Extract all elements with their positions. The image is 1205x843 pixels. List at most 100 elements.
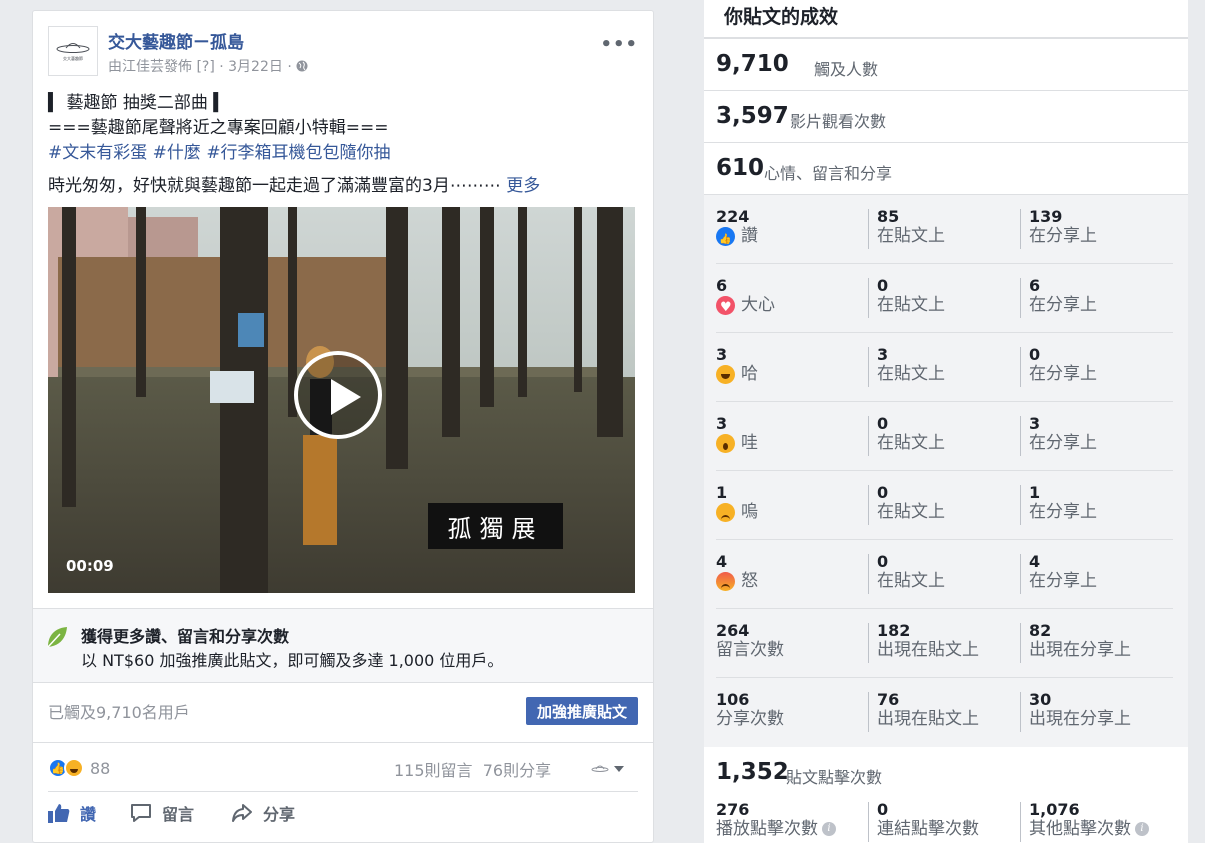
post-meta-text[interactable]: 由江佳芸發佈 [?] · 3月22日 ·	[108, 59, 296, 75]
share-value: 4	[1029, 552, 1041, 571]
comment-icon	[131, 804, 151, 822]
reach-text[interactable]: 已觸及9,710名用戶	[48, 699, 190, 723]
comment-label: 留言	[162, 805, 195, 824]
page-name-link[interactable]: 交大藝趣節ㄧ孤島	[108, 28, 244, 53]
post-meta: 由江佳芸發佈 [?] · 3月22日 ·	[108, 56, 308, 76]
total-value: 224	[716, 207, 750, 226]
reaction-count: 88	[90, 758, 111, 778]
boost-tip: 獲得更多讚、留言和分享次數 以 NT$60 加強推廣此貼文，即可觸及多達 1,0…	[33, 608, 653, 683]
metric-value: 1,352	[716, 759, 789, 785]
info-icon[interactable]: i	[1135, 822, 1149, 836]
comment-button[interactable]: 留言	[130, 801, 194, 825]
wow-icon	[716, 433, 735, 453]
boost-tip-text: 以 NT$60 加強推廣此貼文，即可觸及多達 1,000 位用戶。	[81, 651, 504, 670]
chevron-down-icon[interactable]	[614, 766, 624, 772]
row-label: 讚	[741, 226, 758, 246]
share-label: 出現在分享上	[1029, 640, 1131, 660]
total-value: 3	[716, 345, 728, 364]
share-label: 在分享上	[1029, 226, 1097, 246]
share-value: 139	[1029, 207, 1063, 226]
share-value: 30	[1029, 690, 1052, 709]
post-line-4: 時光匆匆，好快就與藝趣節一起走過了滿滿豐富的3月⋯⋯⋯ 更多	[48, 174, 640, 199]
avatar-text: 交大藝趣節	[63, 55, 83, 61]
row-label: 哈	[741, 364, 758, 384]
post-value: 3	[877, 345, 889, 364]
post-value: 182	[877, 621, 911, 640]
reactions-summary[interactable]: 👍 88	[48, 757, 110, 779]
thumbs-up-icon	[48, 804, 70, 823]
audience-selector-icon[interactable]	[591, 763, 609, 773]
link-clicks-value: 0	[877, 800, 889, 819]
metric-label: 心情、留言和分享	[764, 164, 893, 183]
metric-value: 9,710	[716, 51, 789, 77]
page-avatar[interactable]: 交大藝趣節	[48, 26, 98, 76]
comment-count-link[interactable]: 115則留言	[394, 761, 473, 780]
play-button[interactable]	[294, 351, 382, 439]
other-clicks-label: 其他點擊次數	[1029, 819, 1131, 839]
metric-value: 610	[716, 155, 765, 181]
post-header: 交大藝趣節 交大藝趣節ㄧ孤島 由江佳芸發佈 [?] · 3月22日 · •••	[48, 26, 638, 78]
share-button[interactable]: 分享	[231, 801, 295, 825]
post-label: 在貼文上	[877, 502, 945, 522]
total-value: 6	[716, 276, 728, 295]
total-value: 4	[716, 552, 728, 571]
other-clicks-value: 1,076	[1029, 800, 1080, 819]
share-value: 82	[1029, 621, 1052, 640]
share-value: 6	[1029, 276, 1041, 295]
post-label: 在貼文上	[877, 364, 945, 384]
hashtag-link[interactable]: #文末有彩蛋	[48, 143, 147, 163]
breakdown-row-love: 6大心 0在貼文上 6在分享上	[716, 264, 1173, 333]
leaf-icon	[47, 627, 67, 648]
share-value: 1	[1029, 483, 1041, 502]
breakdown-row-haha: 3哈 3 在貼文上 0 在分享上	[716, 333, 1173, 402]
breakdown-row-angry: 4怒 0 在貼文上 4 在分享上	[716, 540, 1173, 609]
angry-icon	[716, 571, 735, 591]
post-label: 在貼文上	[877, 226, 945, 246]
breakdown-row-sad: 1嗚 0 在貼文上 1 在分享上	[716, 471, 1173, 540]
share-value: 3	[1029, 414, 1041, 433]
divider	[48, 791, 638, 792]
post-label: 出現在貼文上	[877, 709, 979, 729]
like-button[interactable]: 讚	[48, 801, 96, 825]
metric-label: 觸及人數	[814, 60, 879, 79]
info-icon[interactable]: i	[822, 822, 836, 836]
row-label: 哇	[741, 433, 758, 453]
post-value: 0	[877, 414, 889, 433]
video-player[interactable]: 孤獨展 00:09	[48, 207, 635, 593]
metric-post-clicks: 1,352 貼文點擊次數	[704, 748, 1188, 798]
boost-post-button[interactable]: 加強推廣貼文	[525, 697, 638, 725]
post-line-1: ▍ 藝趣節 抽獎二部曲 ▍	[48, 93, 227, 113]
video-caption: 孤獨展	[428, 503, 563, 549]
post-value: 0	[877, 276, 889, 295]
row-label: 留言次數	[716, 640, 784, 660]
haha-icon	[716, 364, 735, 384]
share-label: 在分享上	[1029, 433, 1097, 453]
breakdown-row-comments: 264 留言次數 182 出現在貼文上 82 出現在分享上	[716, 609, 1173, 678]
row-label: 大心	[741, 295, 775, 315]
total-value: 106	[716, 690, 750, 709]
total-value: 264	[716, 621, 750, 640]
sad-icon	[716, 502, 735, 522]
row-label: 嗚	[741, 502, 758, 522]
share-count-link[interactable]: 76則分享	[483, 761, 551, 780]
share-label: 在分享上	[1029, 364, 1097, 384]
metric-reach: 9,710 觸及人數	[704, 39, 1188, 91]
see-more-link[interactable]: 更多	[506, 176, 540, 196]
total-value: 3	[716, 414, 728, 433]
hashtag-link[interactable]: #行李箱耳機包包隨你抽	[206, 143, 390, 163]
breakdown-row-wow: 3哇 0 在貼文上 3 在分享上	[716, 402, 1173, 471]
hashtag-link[interactable]: #什麼	[153, 143, 201, 163]
share-label: 在分享上	[1029, 502, 1097, 522]
share-label: 在分享上	[1029, 295, 1097, 315]
post-text: ▍ 藝趣節 抽獎二部曲 ▍ ===藝趣節尾聲將近之專案回顧小特輯=== #文末有…	[48, 91, 640, 199]
metric-value: 3,597	[716, 103, 789, 129]
boost-tip-title: 獲得更多讚、留言和分享次數	[81, 627, 290, 646]
metric-label: 貼文點擊次數	[786, 768, 883, 787]
row-label: 怒	[741, 571, 758, 591]
more-options-icon[interactable]: •••	[600, 34, 638, 55]
share-label: 分享	[263, 805, 296, 824]
like-icon	[716, 226, 735, 251]
row-label: 分享次數	[716, 709, 784, 729]
metric-label: 影片觀看次數	[790, 112, 887, 131]
total-value: 1	[716, 483, 728, 502]
